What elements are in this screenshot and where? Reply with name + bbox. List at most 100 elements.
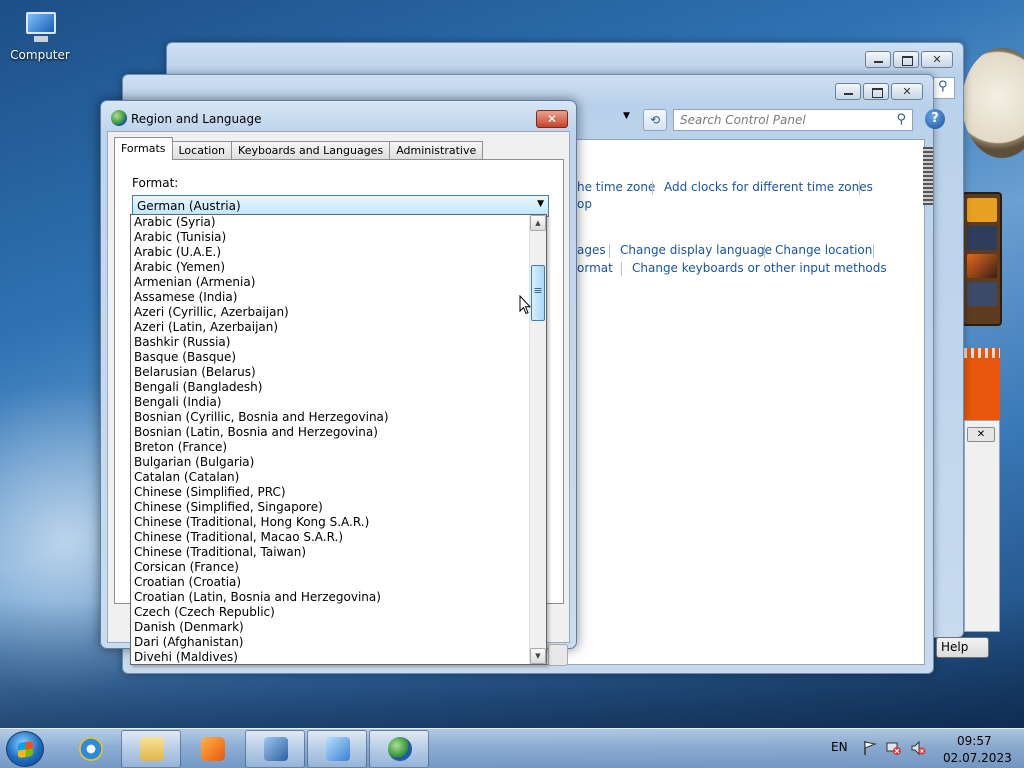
desktop-icon-computer[interactable]: Computer	[8, 8, 72, 62]
link-languages[interactable]: ages	[577, 243, 606, 257]
dialog-title: Region and Language	[131, 112, 262, 126]
format-option[interactable]: Bulgarian (Bulgaria)	[131, 455, 529, 470]
language-indicator[interactable]: EN	[831, 740, 848, 754]
clock-gadget[interactable]	[962, 48, 1024, 158]
link-time-zone[interactable]: he time zone	[577, 180, 655, 194]
scrollbar-thumb[interactable]	[531, 265, 545, 321]
link-op[interactable]: op	[577, 197, 592, 211]
search-placeholder: Search Control Panel	[680, 113, 806, 127]
computer-icon	[264, 737, 288, 761]
format-option[interactable]: Bashkir (Russia)	[131, 335, 529, 350]
format-option[interactable]: Arabic (Tunisia)	[131, 230, 529, 245]
dialog-button-partial[interactable]	[548, 644, 568, 666]
format-option[interactable]: Danish (Denmark)	[131, 620, 529, 635]
link-change-location[interactable]: Change location	[775, 243, 872, 257]
search-icon: ⚲	[896, 112, 906, 127]
format-option[interactable]: Bengali (India)	[131, 395, 529, 410]
dropdown-scrollbar[interactable]: ▲ ▼	[529, 215, 546, 664]
media-player-icon	[201, 737, 225, 761]
format-option[interactable]: Azeri (Cyrillic, Azerbaijan)	[131, 305, 529, 320]
format-option[interactable]: Basque (Basque)	[131, 350, 529, 365]
format-label: Format:	[132, 176, 179, 190]
minimize-button[interactable]	[835, 83, 861, 100]
format-option[interactable]: Chinese (Traditional, Hong Kong S.A.R.)	[131, 515, 529, 530]
format-option[interactable]: Arabic (Syria)	[131, 215, 529, 230]
format-option[interactable]: Chinese (Traditional, Taiwan)	[131, 545, 529, 560]
help-icon[interactable]: ?	[925, 109, 945, 129]
side-window-fragment: ✕	[964, 420, 1000, 632]
format-option[interactable]: Bengali (Bangladesh)	[131, 380, 529, 395]
close-button[interactable]	[921, 51, 953, 68]
refresh-icon[interactable]: ⟲	[643, 109, 667, 131]
tab-bar: Formats Location Keyboards and Languages…	[114, 137, 484, 160]
minimize-button[interactable]	[865, 51, 891, 68]
search-input[interactable]: Search Control Panel ⚲	[673, 109, 913, 131]
link-change-keyboards[interactable]: Change keyboards or other input methods	[632, 261, 887, 275]
tab-keyboards-and-languages[interactable]: Keyboards and Languages	[231, 141, 391, 160]
format-option[interactable]: Assamese (India)	[131, 290, 529, 305]
dialog-close-button[interactable]: ✕	[536, 110, 568, 128]
clock-time[interactable]: 09:57	[957, 734, 992, 748]
link-format[interactable]: ormat	[577, 261, 613, 275]
clock-date[interactable]: 02.07.2023	[943, 751, 1012, 765]
volume-muted-icon[interactable]	[910, 740, 926, 756]
maximize-button[interactable]	[893, 51, 919, 68]
address-dropdown-arrow[interactable]: ▼	[623, 111, 637, 125]
format-option[interactable]: Divehi (Maldives)	[131, 650, 529, 664]
link-separator	[621, 262, 622, 276]
scroll-up-icon[interactable]: ▲	[530, 215, 546, 231]
format-dropdown-list[interactable]: Arabic (Syria) Arabic (Tunisia) Arabic (U.…	[130, 214, 547, 665]
format-option[interactable]: Breton (France)	[131, 440, 529, 455]
taskbar-control-panel[interactable]	[307, 730, 367, 768]
internet-explorer-icon	[79, 737, 103, 761]
format-option[interactable]: Chinese (Simplified, Singapore)	[131, 500, 529, 515]
format-option[interactable]: Corsican (France)	[131, 560, 529, 575]
scroll-grip	[923, 147, 933, 205]
taskbar-explorer[interactable]	[121, 730, 181, 768]
format-option[interactable]: Arabic (Yemen)	[131, 260, 529, 275]
link-separator	[609, 244, 610, 258]
flag-icon[interactable]	[862, 740, 878, 756]
taskbar-remote-desktop[interactable]	[245, 730, 305, 768]
link-separator	[764, 244, 765, 258]
notes-gadget[interactable]	[964, 348, 1000, 420]
format-option[interactable]: Chinese (Traditional, Macao S.A.R.)	[131, 530, 529, 545]
search-icon[interactable]: ⚲	[933, 77, 955, 99]
format-option[interactable]: Armenian (Armenia)	[131, 275, 529, 290]
format-option[interactable]: Croatian (Latin, Bosnia and Herzegovina)	[131, 590, 529, 605]
format-option[interactable]: Chinese (Simplified, PRC)	[131, 485, 529, 500]
chevron-down-icon: ▼	[537, 199, 544, 209]
control-panel-icon	[326, 737, 350, 761]
help-button[interactable]: Help	[936, 637, 989, 658]
desktop-icon-label: Computer	[10, 48, 70, 62]
link-separator	[652, 181, 653, 195]
format-option[interactable]: Arabic (U.A.E.)	[131, 245, 529, 260]
format-option[interactable]: Azeri (Latin, Azerbaijan)	[131, 320, 529, 335]
maximize-button[interactable]	[863, 83, 889, 100]
network-icon[interactable]	[886, 740, 902, 756]
link-separator	[873, 244, 874, 258]
format-option[interactable]: Catalan (Catalan)	[131, 470, 529, 485]
folder-icon	[140, 737, 164, 761]
link-add-clocks[interactable]: Add clocks for different time zones	[664, 180, 873, 194]
format-select-value: German (Austria)	[137, 199, 241, 213]
tab-formats[interactable]: Formats	[114, 137, 173, 160]
computer-icon	[20, 10, 60, 44]
format-option[interactable]: Dari (Afghanistan)	[131, 635, 529, 650]
slideshow-gadget[interactable]	[962, 192, 1002, 326]
tab-administrative[interactable]: Administrative	[389, 141, 484, 160]
format-option[interactable]: Belarusian (Belarus)	[131, 365, 529, 380]
link-change-display-language[interactable]: Change display language	[620, 243, 772, 257]
scroll-down-icon[interactable]: ▼	[530, 648, 546, 664]
format-option[interactable]: Croatian (Croatia)	[131, 575, 529, 590]
close-button[interactable]	[891, 83, 923, 100]
tab-location[interactable]: Location	[171, 141, 233, 160]
taskbar-internet-explorer[interactable]	[60, 730, 120, 768]
format-option[interactable]: Bosnian (Latin, Bosnia and Herzegovina)	[131, 425, 529, 440]
format-option[interactable]: Bosnian (Cyrillic, Bosnia and Herzegovin…	[131, 410, 529, 425]
taskbar-region-language[interactable]	[369, 730, 429, 768]
taskbar-media-player[interactable]	[182, 730, 242, 768]
start-button[interactable]	[6, 731, 44, 767]
close-icon[interactable]: ✕	[967, 427, 995, 442]
format-option[interactable]: Czech (Czech Republic)	[131, 605, 529, 620]
